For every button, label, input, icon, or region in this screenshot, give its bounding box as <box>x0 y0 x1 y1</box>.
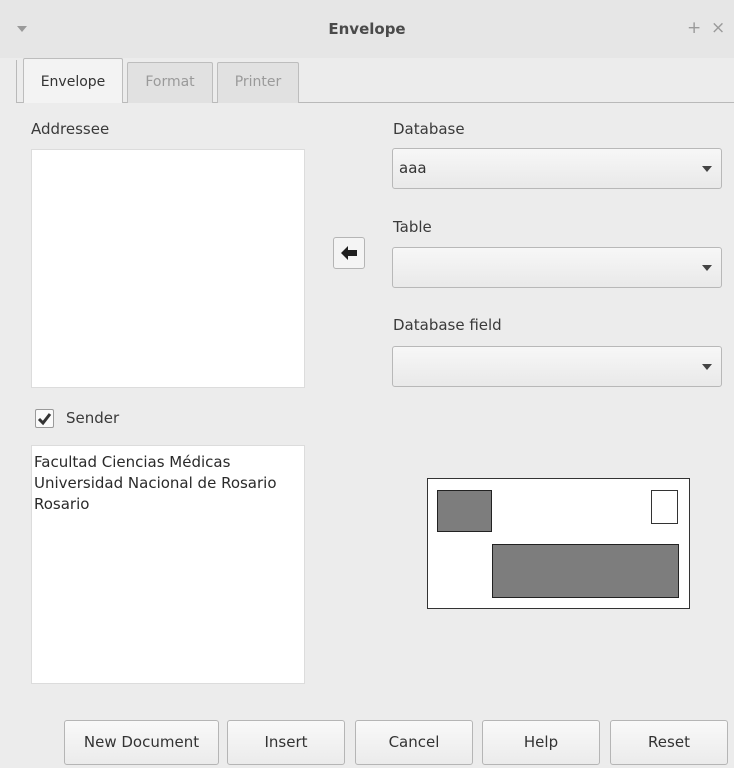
database-select-value: aaa <box>399 159 427 177</box>
reset-button[interactable]: Reset <box>610 720 728 765</box>
tab-printer[interactable]: Printer <box>217 62 299 103</box>
tab-bar-divider <box>16 102 734 103</box>
sender-checkbox[interactable] <box>35 409 54 428</box>
tab-format[interactable]: Format <box>127 62 213 103</box>
window-title: Envelope <box>328 20 406 38</box>
chevron-down-icon <box>702 364 712 370</box>
preview-addressee-block <box>492 544 679 598</box>
arrow-left-icon <box>341 246 357 260</box>
tab-envelope[interactable]: Envelope <box>23 58 123 103</box>
addressee-textarea[interactable] <box>31 149 305 388</box>
pin-icon[interactable]: + <box>687 18 701 38</box>
checkmark-icon <box>37 413 52 426</box>
close-icon[interactable]: × <box>711 18 725 38</box>
preview-stamp-block <box>651 490 678 524</box>
chevron-down-icon <box>702 265 712 271</box>
database-field-select[interactable] <box>392 346 722 387</box>
new-document-button[interactable]: New Document <box>64 720 219 765</box>
tab-bar-border <box>16 60 17 103</box>
cancel-button[interactable]: Cancel <box>355 720 473 765</box>
table-select[interactable] <box>392 247 722 288</box>
sender-textarea[interactable]: Facultad Ciencias Médicas Universidad Na… <box>31 445 305 684</box>
chevron-down-icon <box>702 166 712 172</box>
envelope-preview <box>427 478 690 609</box>
table-label: Table <box>393 218 432 236</box>
insert-button[interactable]: Insert <box>227 720 345 765</box>
addressee-label: Addressee <box>31 120 110 138</box>
database-field-label: Database field <box>393 316 502 334</box>
preview-sender-block <box>437 490 492 532</box>
help-button[interactable]: Help <box>482 720 600 765</box>
database-select[interactable]: aaa <box>392 148 722 189</box>
database-label: Database <box>393 120 465 138</box>
sender-label[interactable]: Sender <box>66 409 119 427</box>
insert-field-button[interactable] <box>333 237 365 269</box>
